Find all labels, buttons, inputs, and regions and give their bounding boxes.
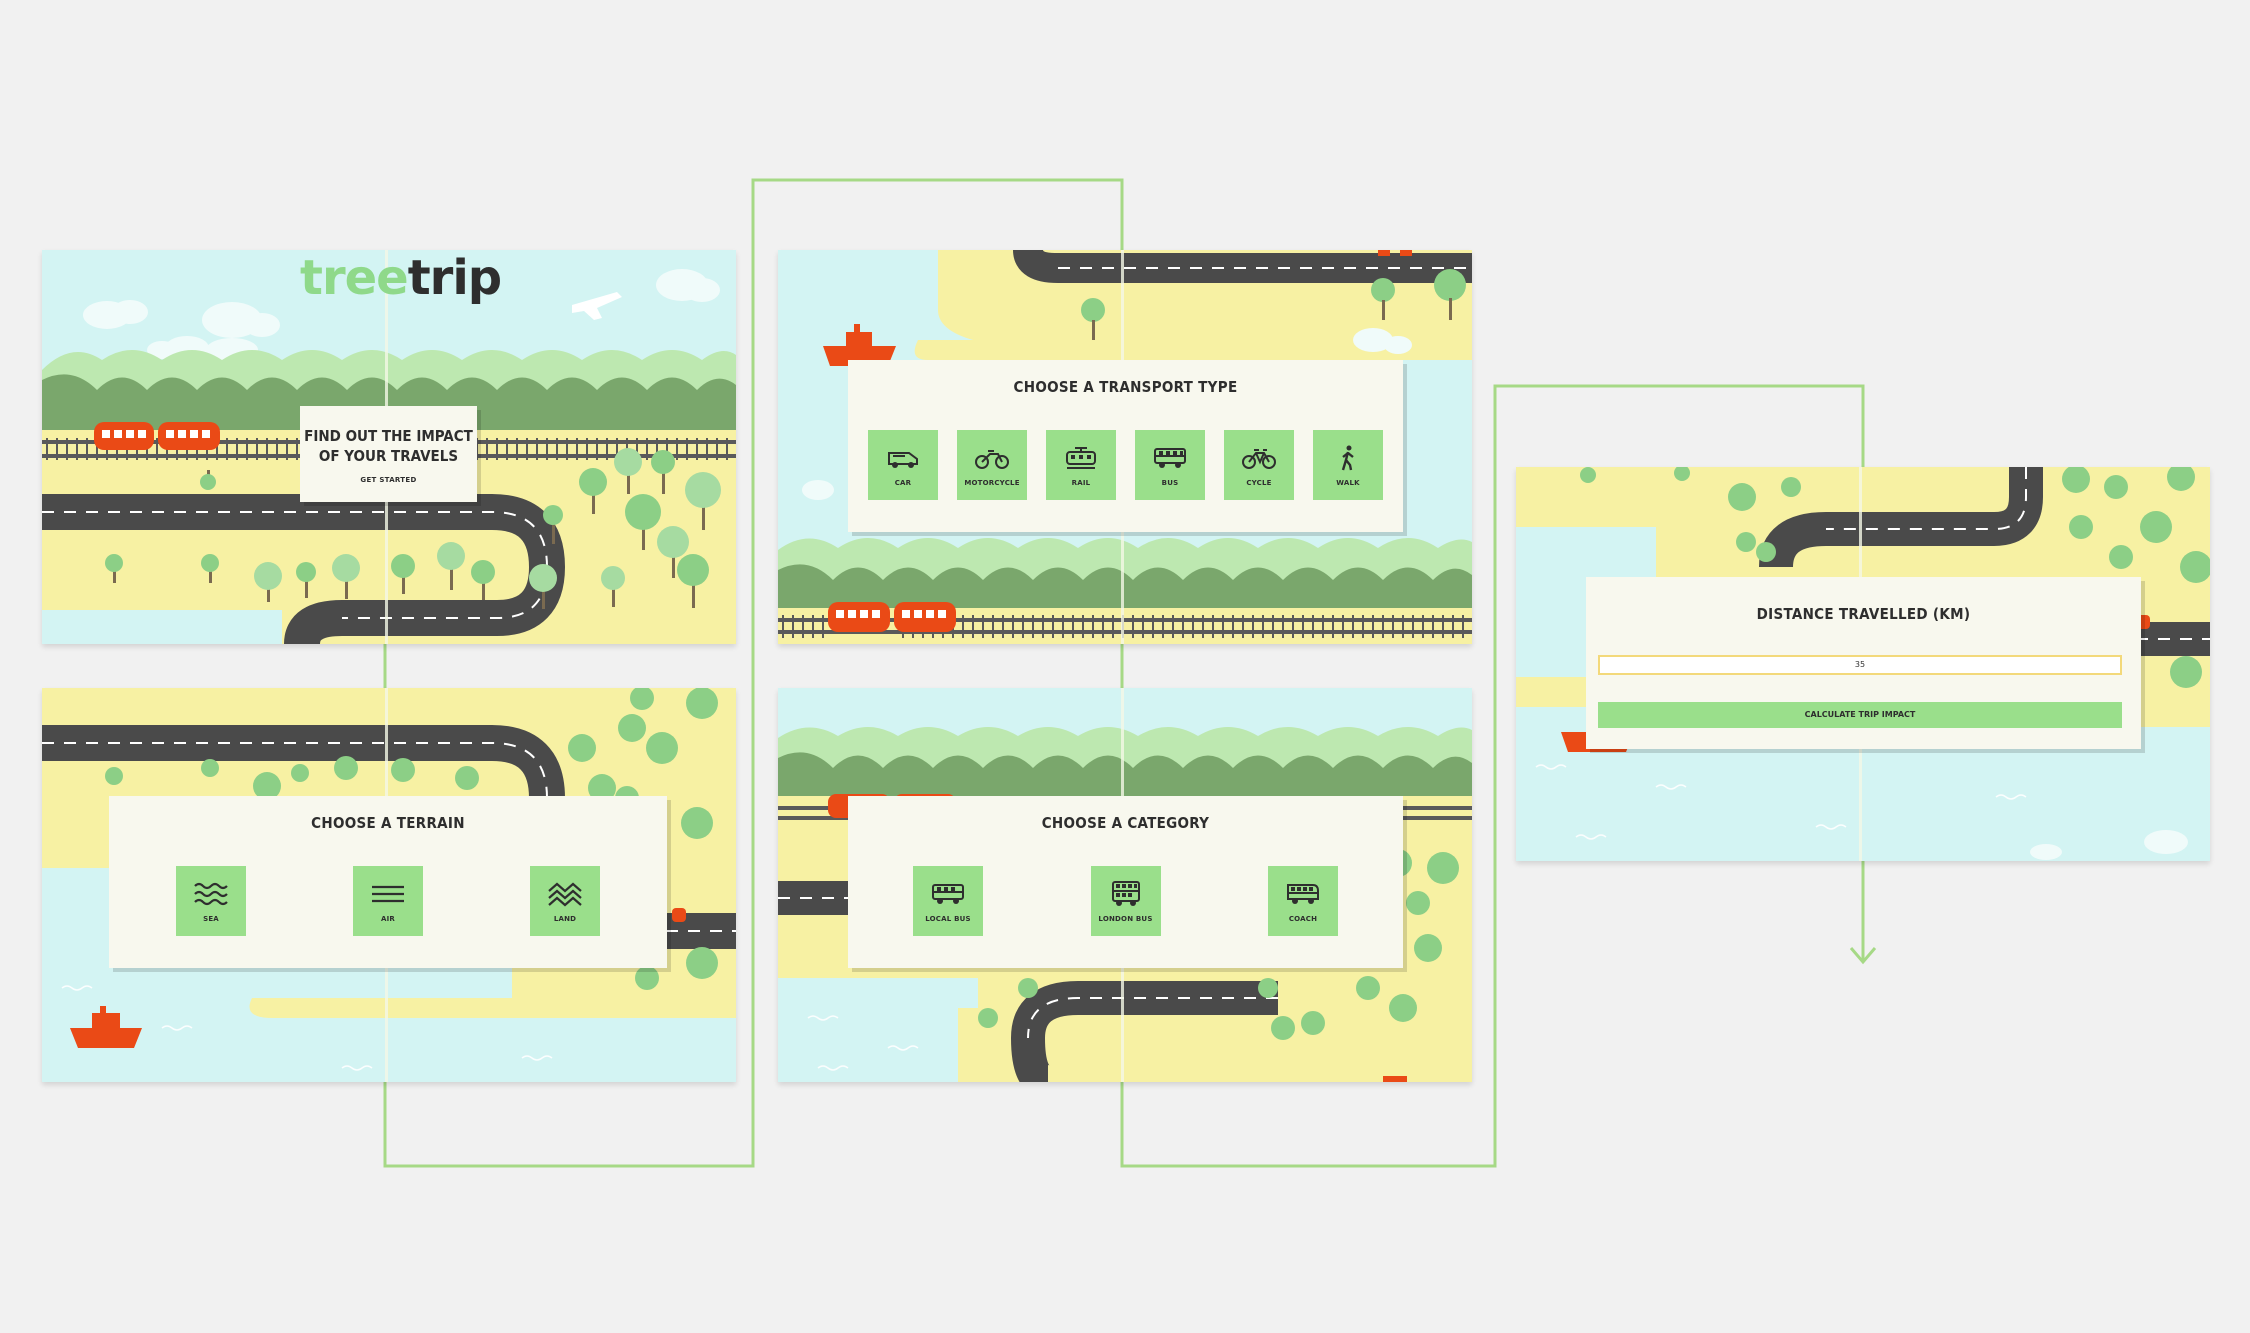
local-bus-icon (932, 884, 964, 904)
calculate-trip-impact-button[interactable]: CALCULATE TRIP IMPACT (1598, 702, 2122, 728)
mountains-icon (548, 882, 582, 907)
distance-screen: DISTANCE TRAVELLED (KM) 35 CALCULATE TRI… (1516, 467, 2210, 861)
terrain-option-land[interactable]: LAND (530, 866, 600, 936)
category-screen: CHOOSE A CATEGORY LOCAL BUS LONDON BUS C… (778, 688, 1472, 1082)
transport-screen: CHOOSE A TRANSPORT TYPE CAR MOTORCYCLE R… (778, 250, 1472, 644)
transport-option-bus[interactable]: BUS (1135, 430, 1205, 500)
distance-input[interactable]: 35 (1598, 655, 2122, 675)
transport-option-car[interactable]: CAR (868, 430, 938, 500)
option-label: RAIL (1071, 479, 1091, 487)
transport-option-cycle[interactable]: CYCLE (1224, 430, 1294, 500)
transport-card: CHOOSE A TRANSPORT TYPE CAR MOTORCYCLE R… (848, 360, 1403, 532)
option-label: LAND (553, 915, 577, 923)
train-icon (1066, 447, 1096, 469)
distance-title: DISTANCE TRAVELLED (KM) (1756, 605, 1971, 623)
transport-option-motorcycle[interactable]: MOTORCYCLE (957, 430, 1027, 500)
option-label: LOCAL BUS (925, 915, 971, 923)
option-label: MOTORCYCLE (964, 479, 1020, 487)
transport-option-walk[interactable]: WALK (1313, 430, 1383, 500)
treetrip-logo: treetrip (300, 250, 502, 306)
category-options: LOCAL BUS LONDON BUS COACH (913, 866, 1338, 936)
start-title-line2: OF YOUR TRAVELS (318, 447, 459, 465)
coach-icon (1287, 884, 1319, 904)
option-label: WALK (1336, 479, 1360, 487)
distance-card: DISTANCE TRAVELLED (KM) 35 CALCULATE TRI… (1586, 577, 2141, 749)
lines-icon (372, 885, 404, 903)
walking-person-icon (1341, 445, 1354, 471)
waves-icon (194, 882, 228, 906)
double-decker-bus-icon (1111, 881, 1140, 906)
start-card: FIND OUT THE IMPACT OF YOUR TRAVELS GET … (300, 406, 477, 502)
terrain-option-sea[interactable]: SEA (176, 866, 246, 936)
option-label: BUS (1161, 479, 1179, 487)
transport-option-rail[interactable]: RAIL (1046, 430, 1116, 500)
bus-icon (1154, 448, 1186, 468)
motorcycle-icon (975, 450, 1009, 469)
option-label: CAR (894, 479, 912, 487)
option-label: CYCLE (1246, 479, 1272, 487)
option-label: COACH (1288, 915, 1318, 923)
category-option-local-bus[interactable]: LOCAL BUS (913, 866, 983, 936)
terrain-options: SEA AIR LAND (176, 866, 600, 936)
terrain-card: CHOOSE A TERRAIN SEA AIR LAND (109, 796, 667, 968)
transport-options: CAR MOTORCYCLE RAIL BUS CYCLE WALK (868, 430, 1383, 500)
start-screen: treetrip FIND OUT THE IMPACT OF YOUR TRA… (42, 250, 736, 644)
option-label: AIR (380, 915, 395, 923)
category-card: CHOOSE A CATEGORY LOCAL BUS LONDON BUS C… (848, 796, 1403, 968)
category-option-coach[interactable]: COACH (1268, 866, 1338, 936)
option-label: SEA (203, 915, 219, 923)
transport-title: CHOOSE A TRANSPORT TYPE (1013, 378, 1238, 396)
terrain-title: CHOOSE A TERRAIN (311, 814, 465, 832)
category-title: CHOOSE A CATEGORY (1041, 814, 1210, 832)
logo-part-trip: trip (407, 250, 502, 306)
car-icon (888, 452, 918, 468)
terrain-screen: CHOOSE A TERRAIN SEA AIR LAND (42, 688, 736, 1082)
bicycle-icon (1242, 449, 1276, 469)
terrain-option-air[interactable]: AIR (353, 866, 423, 936)
option-label: LONDON BUS (1098, 915, 1153, 923)
category-option-london-bus[interactable]: LONDON BUS (1090, 866, 1161, 936)
start-title-line1: FIND OUT THE IMPACT (304, 427, 473, 445)
logo-part-tree: tree (300, 250, 409, 306)
get-started-button[interactable]: GET STARTED (300, 476, 477, 484)
